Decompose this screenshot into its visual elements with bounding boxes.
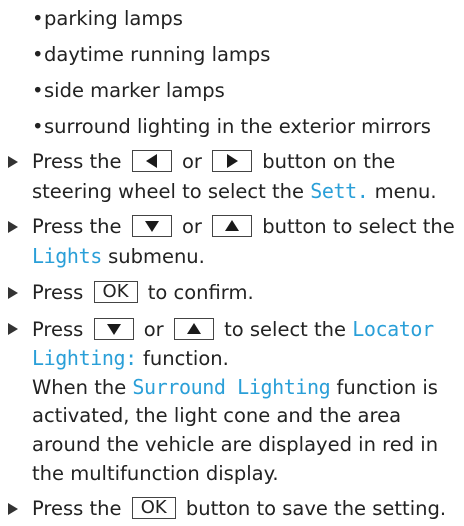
step-arrow-icon — [8, 156, 18, 168]
display-submenu-name: Lights — [32, 244, 102, 268]
bullet-icon: • — [32, 43, 44, 66]
step-text: Press the OK button to save the setting. — [32, 496, 447, 520]
step-arrow-icon — [8, 221, 18, 233]
display-function-name: Surround Lighting — [132, 375, 331, 399]
list-item-text: surround lighting in the exterior mirror… — [44, 115, 431, 138]
down-arrow-key-icon — [131, 214, 172, 237]
step-text: Press the or button to select the — [32, 214, 455, 238]
left-arrow-key-icon — [131, 149, 172, 172]
bullet-icon: • — [32, 115, 44, 138]
down-arrow-key-icon — [93, 317, 134, 340]
step-text: Press the or button on the — [32, 149, 396, 173]
step-arrow-icon — [8, 287, 18, 299]
up-arrow-key-icon — [173, 317, 214, 340]
list-item-text: side marker lamps — [44, 79, 225, 102]
display-function-name: Lighting: — [32, 346, 137, 370]
step-arrow-icon — [8, 323, 18, 335]
list-item-text: daytime running lamps — [44, 43, 271, 66]
display-menu-name: Sett. — [310, 179, 369, 203]
step-text: Press OK to confirm. — [32, 280, 254, 304]
ok-key: OK — [131, 496, 176, 519]
up-arrow-key-icon — [212, 214, 253, 237]
display-function-name: Locator — [352, 317, 434, 341]
right-arrow-key-icon — [212, 149, 253, 172]
bullet-icon: • — [32, 79, 44, 102]
bullet-icon: • — [32, 7, 44, 30]
step-arrow-icon — [8, 503, 18, 515]
ok-key: OK — [93, 280, 138, 303]
list-item-text: parking lamps — [44, 7, 183, 30]
step-text: Press or to select the Locator — [32, 317, 434, 341]
